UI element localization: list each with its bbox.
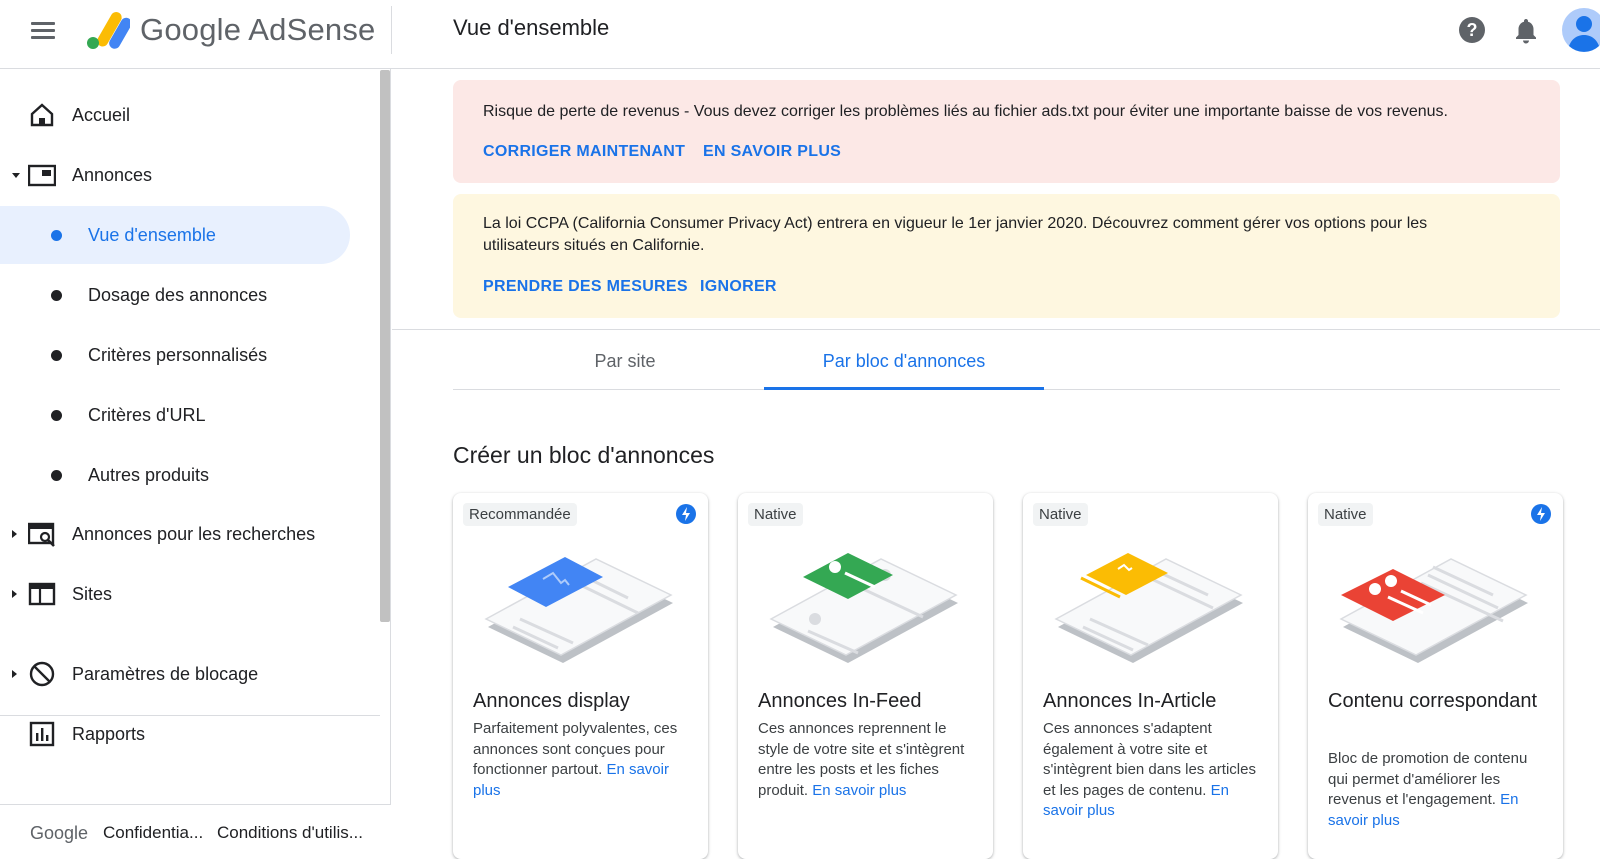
chevron-right-icon[interactable] — [12, 590, 17, 598]
svg-text:?: ? — [1467, 20, 1478, 40]
google-footer-logo: Google — [30, 823, 89, 843]
card-badge: Recommandée — [463, 503, 577, 526]
sidebar-item-label: Critères personnalisés — [88, 344, 268, 365]
sidebar-item-label: Annonces pour les recherches — [72, 523, 316, 544]
user-avatar[interactable] — [1562, 8, 1600, 52]
sidebar-item-label: Sites — [72, 583, 113, 604]
card-title: Annonces In-Article — [1043, 690, 1217, 712]
sidebar-item-label: Annonces — [72, 164, 153, 185]
sidebar-item-vue-ensemble[interactable]: Vue d'ensemble — [0, 206, 350, 264]
tab-par-bloc-annonces[interactable]: Par bloc d'annonces — [764, 345, 1044, 391]
bullet-icon — [51, 469, 62, 481]
sidebar-item-label: Autres produits — [88, 464, 210, 485]
ad-unit-card-in-feed[interactable]: Native Annonces In-Feed Ces annonces rep… — [738, 493, 993, 859]
card-title: Annonces display — [473, 690, 630, 712]
sidebar-item-label: Accueil — [72, 104, 131, 125]
matched-content-illustration — [1339, 558, 1528, 663]
content-divider — [392, 329, 1600, 330]
fix-now-button[interactable]: CORRIGER MAINTENANT — [483, 143, 685, 161]
sidebar-scrollbar[interactable] — [380, 70, 390, 622]
ad-unit-card-display[interactable]: Recommandée Annonces display Parfaitemen… — [453, 493, 708, 859]
card-badge: Native — [1318, 503, 1373, 526]
auto-ads-bolt-icon — [1531, 504, 1551, 524]
card-badge: Native — [748, 503, 803, 526]
chevron-right-icon[interactable] — [12, 530, 17, 538]
card-description: Bloc de promotion de contenu qui permet … — [1328, 749, 1547, 831]
card-title: Contenu correspondant — [1328, 690, 1538, 712]
home-icon — [30, 103, 54, 127]
bullet-icon — [51, 289, 62, 301]
menu-icon-line — [31, 36, 55, 39]
alert-message: La loi CCPA (California Consumer Privacy… — [483, 215, 1428, 254]
sidebar-item-label: Vue d'ensemble — [88, 224, 216, 245]
adsense-logo-icon[interactable] — [82, 6, 130, 54]
revenue-risk-alert: Risque de perte de revenus - Vous devez … — [453, 80, 1560, 183]
header-divider — [391, 6, 392, 54]
help-icon[interactable]: ? — [1456, 14, 1488, 46]
block-icon — [29, 661, 55, 687]
sidebar-item-dosage[interactable]: Dosage des annonces — [0, 266, 350, 324]
card-badge: Native — [1033, 503, 1088, 526]
sidebar-nav: Accueil Annonces Vue d'ensemble Dosage d… — [0, 69, 391, 859]
card-description: Ces annonces s'adaptent également à votr… — [1043, 719, 1262, 822]
sidebar-item-autres-produits[interactable]: Autres produits — [0, 446, 350, 504]
reports-icon — [29, 721, 55, 747]
in-article-ad-illustration — [1054, 553, 1243, 663]
tab-par-site[interactable]: Par site — [485, 345, 765, 391]
bullet-icon — [51, 409, 62, 421]
ads-icon — [28, 164, 56, 187]
sidebar-item-annonces[interactable]: Annonces — [0, 146, 350, 204]
sidebar-item-annonces-recherches[interactable]: Annonces pour les recherches — [0, 505, 350, 563]
sidebar-item-criteres-personnalises[interactable]: Critères personnalisés — [0, 326, 350, 384]
sidebar-item-parametres-blocage[interactable]: Paramètres de blocage — [0, 645, 350, 703]
chevron-down-icon[interactable] — [12, 172, 20, 178]
brand-name: Google AdSense — [140, 12, 376, 47]
active-tab-indicator — [764, 387, 1044, 390]
chevron-right-icon[interactable] — [12, 670, 17, 678]
bullet-icon — [51, 349, 62, 361]
top-app-bar: Google AdSense Vue d'ensemble ? — [0, 0, 1600, 69]
sidebar-item-sites[interactable]: Sites — [0, 565, 350, 623]
ignore-button[interactable]: IGNORER — [700, 278, 777, 296]
ad-unit-card-matched-content[interactable]: Native Contenu correspondant Bloc de pro… — [1308, 493, 1563, 859]
page-title: Vue d'ensemble — [453, 15, 610, 40]
search-ads-icon — [28, 522, 55, 547]
card-description-text: Bloc de promotion de contenu qui permet … — [1328, 750, 1528, 808]
bullet-icon — [51, 229, 62, 241]
card-title: Annonces In-Feed — [758, 690, 922, 712]
learn-more-button[interactable]: EN SAVOIR PLUS — [703, 143, 841, 161]
display-ad-illustration — [484, 557, 673, 663]
ccpa-alert: La loi CCPA (California Consumer Privacy… — [453, 194, 1560, 318]
main-menu-button[interactable] — [28, 18, 58, 48]
section-title: Créer un bloc d'annonces — [453, 442, 715, 468]
sidebar-item-accueil[interactable]: Accueil — [0, 86, 350, 144]
sidebar-item-label: Rapports — [72, 723, 146, 744]
ad-unit-card-in-article[interactable]: Native Annonces In-Article Ces annonces … — [1023, 493, 1278, 859]
notifications-bell-icon[interactable] — [1510, 14, 1542, 46]
sidebar-item-criteres-url[interactable]: Critères d'URL — [0, 386, 350, 444]
terms-link[interactable]: Conditions d'utilis... — [217, 823, 363, 843]
menu-icon-line — [31, 29, 55, 32]
learn-more-link[interactable]: En savoir plus — [812, 782, 906, 799]
in-feed-ad-illustration — [769, 553, 958, 663]
sidebar-footer: Google Confidentia... Conditions d'utili… — [0, 804, 391, 859]
sidebar-item-label: Dosage des annonces — [88, 284, 268, 305]
menu-icon-line — [31, 22, 55, 25]
take-action-button[interactable]: PRENDRE DES MESURES — [483, 278, 688, 296]
card-description: Ces annonces reprennent le style de votr… — [758, 719, 977, 801]
card-description: Parfaitement polyvalentes, ces annonces … — [473, 719, 692, 801]
alert-message: Risque de perte de revenus - Vous devez … — [483, 103, 1448, 120]
sidebar-item-label: Critères d'URL — [88, 404, 206, 425]
sidebar-item-rapports[interactable]: Rapports — [0, 705, 350, 763]
sites-icon — [28, 582, 56, 606]
auto-ads-bolt-icon — [676, 504, 696, 524]
privacy-link[interactable]: Confidentia... — [103, 823, 203, 843]
sidebar-item-label: Paramètres de blocage — [72, 663, 259, 684]
